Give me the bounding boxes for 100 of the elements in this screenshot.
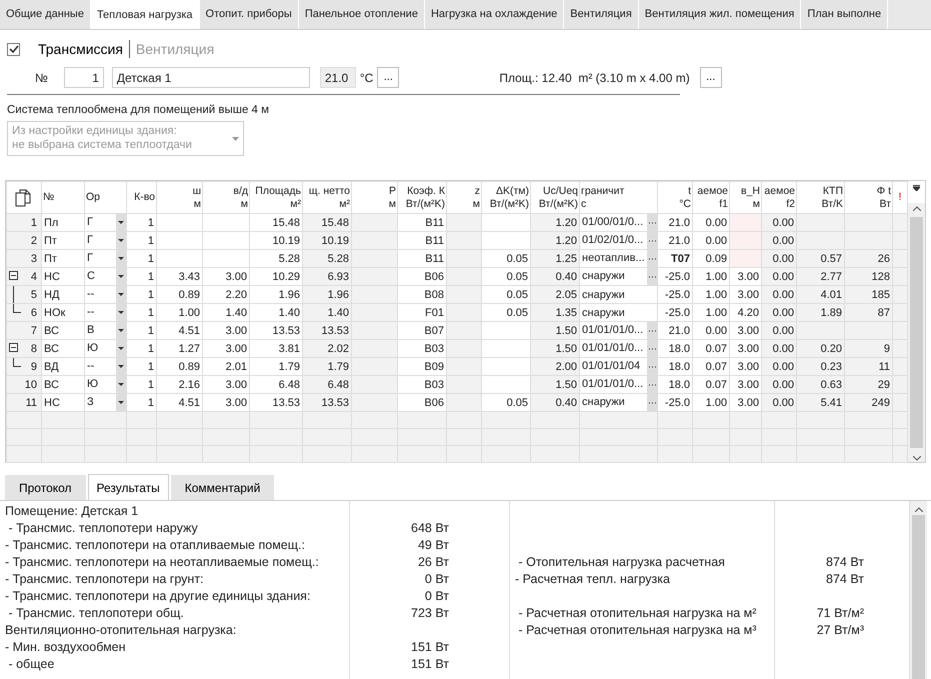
scroll-down-icon[interactable] <box>912 456 920 461</box>
table-cell: 6.93 <box>302 268 352 286</box>
table-cell[interactable]: Ю <box>84 340 126 358</box>
temperature-field[interactable]: 21.0 <box>320 67 356 88</box>
table-cell[interactable]: 01/02/01/0... <box>580 232 658 250</box>
result-label: - Расчетная отопительная нагрузка на м² <box>517 605 758 622</box>
tab[interactable]: Комментарий <box>170 475 274 500</box>
table-cell[interactable]: З <box>84 394 126 412</box>
table-cell: Пт <box>42 250 84 268</box>
table-cell: 0.00 <box>762 286 796 304</box>
caret-icon[interactable] <box>118 292 124 296</box>
table-cell[interactable]: -- <box>84 286 126 304</box>
table-cell[interactable]: 01/01/01/04 <box>580 358 658 376</box>
caret-icon[interactable] <box>118 274 124 278</box>
table-cell[interactable]: 01/01/01/0... <box>580 340 658 358</box>
table-cell[interactable]: Г <box>84 214 126 232</box>
row-number: 5 <box>30 288 37 300</box>
expander-icon[interactable] <box>9 343 18 352</box>
expander-icon[interactable] <box>9 271 18 280</box>
table-cell: 0.00 <box>692 322 730 340</box>
tab[interactable]: Вентиляция жил. помещения <box>638 0 802 29</box>
column-header: ! <box>892 182 908 214</box>
table-cell: 1.96 <box>302 286 352 304</box>
table-cell[interactable]: Ю <box>84 376 126 394</box>
result-label: - Расчетная тепл. нагрузка <box>515 571 671 588</box>
column-chooser-icon[interactable] <box>913 185 920 192</box>
table-cell[interactable]: Г <box>84 250 126 268</box>
tab[interactable]: План выполне <box>801 0 888 29</box>
tab[interactable]: Тепловая нагрузка <box>90 0 200 29</box>
table-cell: 1.35 <box>530 304 580 322</box>
scroll-up-icon[interactable] <box>914 507 922 512</box>
result-value: 49 Вт <box>416 537 450 554</box>
caret-icon[interactable] <box>118 346 124 350</box>
copy-icon[interactable] <box>15 188 31 207</box>
table-cell[interactable]: 01/00/01/0... <box>580 214 658 232</box>
caret-icon <box>232 137 239 142</box>
tab[interactable]: Отопит. приборы <box>200 0 299 29</box>
caret-icon[interactable] <box>118 256 124 260</box>
column-header: Площадь м² <box>250 182 302 214</box>
tree-line <box>13 304 21 314</box>
table-cell[interactable]: снаружи <box>580 286 658 304</box>
column-header: аемое f2 <box>762 182 796 214</box>
table-cell[interactable]: снаружи <box>580 268 658 286</box>
table-cell[interactable]: снаружи <box>580 304 658 322</box>
number-field[interactable]: 1 <box>64 67 104 88</box>
table-cell: 5.28 <box>302 250 352 268</box>
table-cell[interactable]: -- <box>84 304 126 322</box>
table-cell: НОк <box>42 304 84 322</box>
tab[interactable]: Результаты <box>88 474 169 500</box>
table-cell: 1.00 <box>692 304 730 322</box>
table-cell: -25.0 <box>658 268 692 286</box>
table-cell[interactable]: С <box>84 268 126 286</box>
table-cell[interactable]: неотаплив... <box>580 250 658 268</box>
caret-icon[interactable] <box>118 238 124 242</box>
caret-icon[interactable] <box>118 328 124 332</box>
column-header: в/д м <box>202 182 250 214</box>
caret-icon[interactable] <box>118 400 124 404</box>
column-header: К-во <box>126 182 156 214</box>
table-cell: 18.0 <box>658 376 692 394</box>
caret-icon[interactable] <box>118 364 124 368</box>
row-number: 11 <box>26 396 37 408</box>
table-cell: 2.01 <box>202 358 250 376</box>
table-cell[interactable]: 01/01/01/0... <box>580 376 658 394</box>
table-cell[interactable]: В <box>84 322 126 340</box>
table-cell: 1.00 <box>156 304 202 322</box>
tab[interactable]: Вентиляция <box>564 0 639 29</box>
table-cell: 1.27 <box>156 340 202 358</box>
tab[interactable]: Протокол <box>5 475 86 500</box>
scroll-up-icon[interactable] <box>912 206 920 212</box>
row-number: 4 <box>30 270 37 282</box>
mode-toggle[interactable]: Трансмиссия <box>32 38 129 60</box>
table-cell[interactable]: 01/01/01/0... <box>580 322 658 340</box>
table-cell: 3.00 <box>202 340 250 358</box>
tab[interactable]: Нагрузка на охлаждение <box>424 0 564 29</box>
tab[interactable]: Общие данные <box>0 0 91 29</box>
result-label: - общее <box>7 656 56 674</box>
table-cell: 1 <box>126 286 156 304</box>
number-label: № <box>35 70 48 86</box>
caret-icon[interactable] <box>118 310 124 314</box>
scrollbar[interactable] <box>908 181 925 462</box>
table-cell: 10.19 <box>302 232 352 250</box>
table-cell: 4.01 <box>796 286 844 304</box>
name-field[interactable]: Детская 1 <box>112 67 310 88</box>
table-cell: 1 <box>126 250 156 268</box>
table-cell[interactable]: Г <box>84 232 126 250</box>
result-value: 27 Вт/м³ <box>816 622 865 640</box>
more-button[interactable]: ... <box>377 67 400 88</box>
table-cell: 1.00 <box>692 268 730 286</box>
more-button[interactable]: ... <box>700 67 722 88</box>
table-cell: 0.40 <box>530 268 580 286</box>
result-label: - Трансмис. теплопотери общ. <box>7 605 185 622</box>
table-cell: 0.00 <box>762 268 796 286</box>
scrollbar[interactable] <box>910 501 927 679</box>
tab[interactable]: Панельное отопление <box>298 0 425 29</box>
result-label: - Мин. воздухообмен <box>5 639 127 656</box>
checkbox[interactable] <box>7 42 20 56</box>
table-cell[interactable]: -- <box>84 358 126 376</box>
caret-icon[interactable] <box>118 382 124 386</box>
table-cell: 1 <box>126 340 156 358</box>
caret-icon[interactable] <box>118 220 124 224</box>
